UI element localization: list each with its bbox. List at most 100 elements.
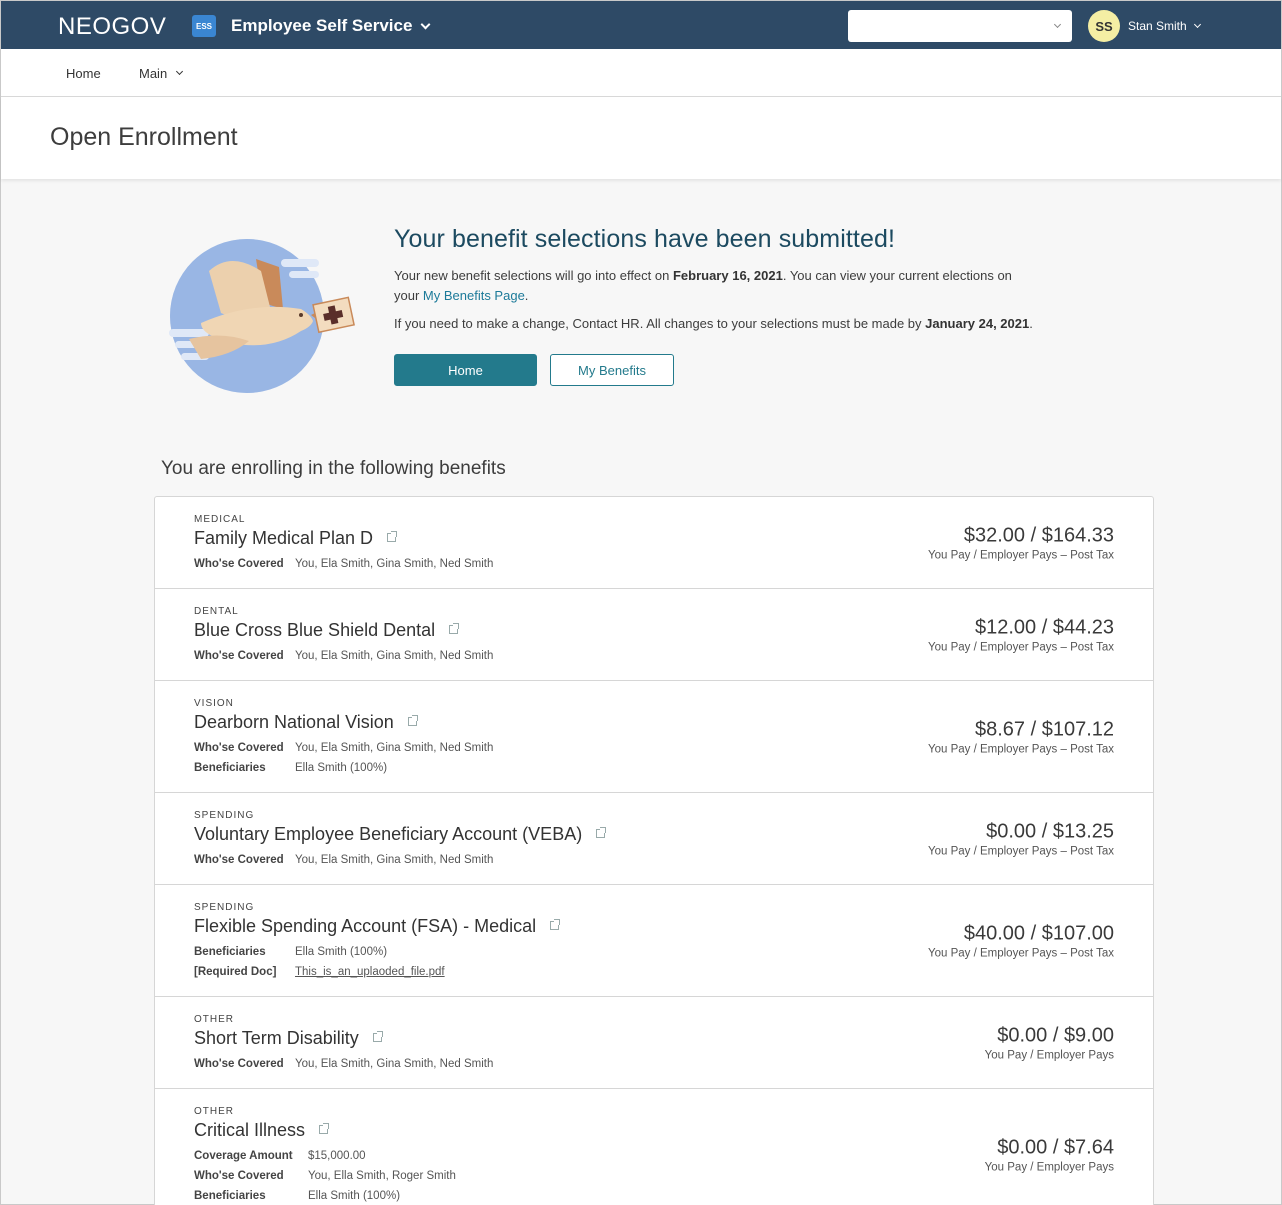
price-amount: $12.00 / $44.23 bbox=[974, 616, 1114, 638]
benefit-name: Family Medical Plan D bbox=[194, 528, 374, 548]
benefit-detail-value: Ella Smith (100%) bbox=[295, 946, 388, 958]
top-bar: NEOGOV ESS Employee Self Service SS Stan… bbox=[1, 1, 1281, 49]
user-name-label: Stan Smith bbox=[1128, 19, 1187, 33]
benefit-name-link[interactable]: Short Term Disability bbox=[194, 1028, 1113, 1049]
benefit-detail-label: Beneficiaries bbox=[194, 762, 266, 774]
external-link-icon[interactable] bbox=[449, 622, 460, 634]
benefit-detail-value: You, Ela Smith, Gina Smith, Ned Smith bbox=[295, 854, 494, 866]
benefit-detail-label: Who'se Covered bbox=[194, 650, 284, 662]
ess-app-icon: ESS bbox=[192, 15, 216, 37]
price-amount: $0.00 / $7.64 bbox=[997, 1136, 1114, 1158]
effective-date-text: Your new benefit selections will go into… bbox=[394, 268, 1012, 303]
external-link-icon[interactable] bbox=[596, 826, 607, 838]
benefit-detail-row: Beneficiaries Ella Smith (100%) bbox=[194, 1186, 1113, 1205]
price-amount: $40.00 / $107.00 bbox=[963, 922, 1114, 944]
benefit-name: Voluntary Employee Beneficiary Account (… bbox=[194, 824, 583, 844]
benefit-category: VISION bbox=[194, 698, 234, 709]
benefit-detail-value: You, Ela Smith, Gina Smith, Ned Smith bbox=[295, 742, 494, 754]
price-note: You Pay / Employer Pays – Post Tax bbox=[927, 743, 1114, 755]
benefit-category: SPENDING bbox=[194, 902, 255, 913]
confirmation-actions: Home My Benefits bbox=[394, 354, 1034, 386]
benefit-item: DENTAL Blue Cross Blue Shield Dental Who's… bbox=[155, 589, 1153, 681]
price-note: You Pay / Employer Pays bbox=[984, 1049, 1114, 1061]
benefit-detail-value: $15,000.00 bbox=[308, 1150, 366, 1162]
confirmation-panel: Your benefit selections have been submit… bbox=[394, 225, 1034, 386]
nav-bar: Home Main bbox=[1, 49, 1281, 97]
external-link-icon[interactable] bbox=[319, 1122, 330, 1134]
price-note: You Pay / Employer Pays – Post Tax bbox=[927, 549, 1114, 561]
price-note: You Pay / Employer Pays – Post Tax bbox=[927, 947, 1114, 959]
my-benefits-page-link[interactable]: My Benefits Page bbox=[423, 288, 525, 303]
benefit-name: Critical Illness bbox=[194, 1120, 306, 1140]
benefit-detail-label: Beneficiaries bbox=[194, 1190, 266, 1202]
top-select-dropdown[interactable] bbox=[848, 10, 1072, 42]
price-amount: $0.00 / $9.00 bbox=[997, 1024, 1114, 1046]
benefit-name: Blue Cross Blue Shield Dental bbox=[194, 620, 436, 640]
benefit-detail-row: Beneficiaries Ella Smith (100%) bbox=[194, 758, 1113, 778]
benefit-detail-label: Who'se Covered bbox=[194, 854, 284, 866]
avatar[interactable]: SS bbox=[1088, 10, 1120, 42]
benefit-detail-label: Who'se Covered bbox=[194, 742, 284, 754]
benefit-detail-row: [Required Doc] This_is_an_uplaoded_file.p… bbox=[194, 962, 1113, 982]
price-amount: $0.00 / $13.25 bbox=[986, 820, 1114, 842]
app-name-label: Employee Self Service bbox=[231, 16, 413, 35]
benefits-list-heading: You are enrolling in the following benef… bbox=[161, 458, 506, 479]
benefit-detail-value: You, Ella Smith, Roger Smith bbox=[308, 1170, 456, 1182]
benefit-detail-row: Coverage Amount $15,000.00 bbox=[194, 1146, 1113, 1166]
user-menu[interactable]: Stan Smith bbox=[1128, 19, 1201, 33]
benefit-detail-label: Beneficiaries bbox=[194, 946, 266, 958]
benefit-detail-value: Ella Smith (100%) bbox=[308, 1190, 401, 1202]
neogov-logo[interactable]: NEOGOV bbox=[58, 13, 166, 41]
benefit-price: $0.00 / $13.25 You Pay / Employer Pays – … bbox=[928, 820, 1114, 857]
benefit-detail-label: [Required Doc] bbox=[194, 966, 277, 978]
benefit-detail-value: You, Ela Smith, Gina Smith, Ned Smith bbox=[295, 650, 494, 662]
benefit-item: OTHER Critical Illness Coverage Amount $15,… bbox=[155, 1089, 1153, 1205]
benefits-list: MEDICAL Family Medical Plan D Who'se Cover… bbox=[154, 496, 1154, 1205]
benefit-price: $32.00 / $164.33 You Pay / Employer Pays … bbox=[928, 524, 1114, 561]
dove-illustration bbox=[169, 239, 355, 393]
app-switcher[interactable]: Employee Self Service bbox=[231, 16, 431, 36]
benefit-price: $0.00 / $9.00 You Pay / Employer Pays bbox=[985, 1024, 1114, 1061]
external-link-icon[interactable] bbox=[372, 1030, 383, 1042]
benefit-name: Short Term Disability bbox=[194, 1028, 359, 1048]
benefit-detail-label: Coverage Amount bbox=[194, 1150, 293, 1162]
benefit-detail-label: Who'se Covered bbox=[194, 1058, 284, 1070]
title-bar: Open Enrollment bbox=[1, 97, 1281, 179]
price-note: You Pay / Employer Pays – Post Tax bbox=[927, 845, 1114, 857]
deadline-date: January 24, 2021 bbox=[925, 316, 1030, 331]
benefit-price: $40.00 / $107.00 You Pay / Employer Pays … bbox=[928, 922, 1114, 959]
benefit-item: SPENDING Voluntary Employee Beneficiary A… bbox=[155, 793, 1153, 885]
benefit-price: $0.00 / $7.64 You Pay / Employer Pays bbox=[985, 1136, 1114, 1173]
benefit-category: OTHER bbox=[194, 1014, 234, 1025]
benefit-detail-row: Who'se Covered You, Ela Smith, Gina Smith… bbox=[194, 1054, 1113, 1074]
price-amount: $8.67 / $107.12 bbox=[974, 718, 1114, 740]
benefit-price: $8.67 / $107.12 You Pay / Employer Pays –… bbox=[928, 718, 1114, 755]
home-button[interactable]: Home bbox=[394, 354, 537, 386]
benefit-name-link[interactable]: Critical Illness bbox=[194, 1120, 1113, 1141]
benefit-item: VISION Dearborn National Vision Who'se Cov… bbox=[155, 681, 1153, 793]
benefit-name: Flexible Spending Account (FSA) - Medica… bbox=[194, 916, 537, 936]
my-benefits-button[interactable]: My Benefits bbox=[550, 354, 674, 386]
external-link-icon[interactable] bbox=[550, 918, 561, 930]
benefit-detail-value: You, Ela Smith, Gina Smith, Ned Smith bbox=[295, 1058, 494, 1070]
nav-item-main-label: Main bbox=[139, 66, 168, 81]
price-note: You Pay / Employer Pays – Post Tax bbox=[927, 641, 1114, 653]
benefit-detail-row: Who'se Covered You, Ella Smith, Roger Smi… bbox=[194, 1166, 1113, 1186]
benefit-detail-label: Who'se Covered bbox=[194, 1170, 284, 1182]
page-title: Open Enrollment bbox=[50, 123, 238, 151]
change-deadline-text: If you need to make a change, Contact HR… bbox=[394, 316, 1033, 331]
benefit-name: Dearborn National Vision bbox=[194, 712, 394, 732]
chevron-down-icon bbox=[1193, 20, 1201, 28]
benefit-price: $12.00 / $44.23 You Pay / Employer Pays –… bbox=[928, 616, 1114, 653]
uploaded-file-link[interactable]: This_is_an_uplaoded_file.pdf bbox=[295, 962, 445, 982]
nav-item-home[interactable]: Home bbox=[66, 66, 101, 81]
benefit-detail-label: Who'se Covered bbox=[194, 558, 284, 570]
benefit-category: OTHER bbox=[194, 1106, 234, 1117]
benefit-item: MEDICAL Family Medical Plan D Who'se Cover… bbox=[155, 497, 1153, 589]
benefit-detail-value: Ella Smith (100%) bbox=[295, 762, 388, 774]
nav-item-main[interactable]: Main bbox=[139, 66, 184, 81]
chevron-down-icon bbox=[420, 19, 431, 29]
external-link-icon[interactable] bbox=[407, 714, 418, 726]
external-link-icon[interactable] bbox=[387, 530, 398, 542]
chevron-down-icon bbox=[176, 67, 184, 76]
